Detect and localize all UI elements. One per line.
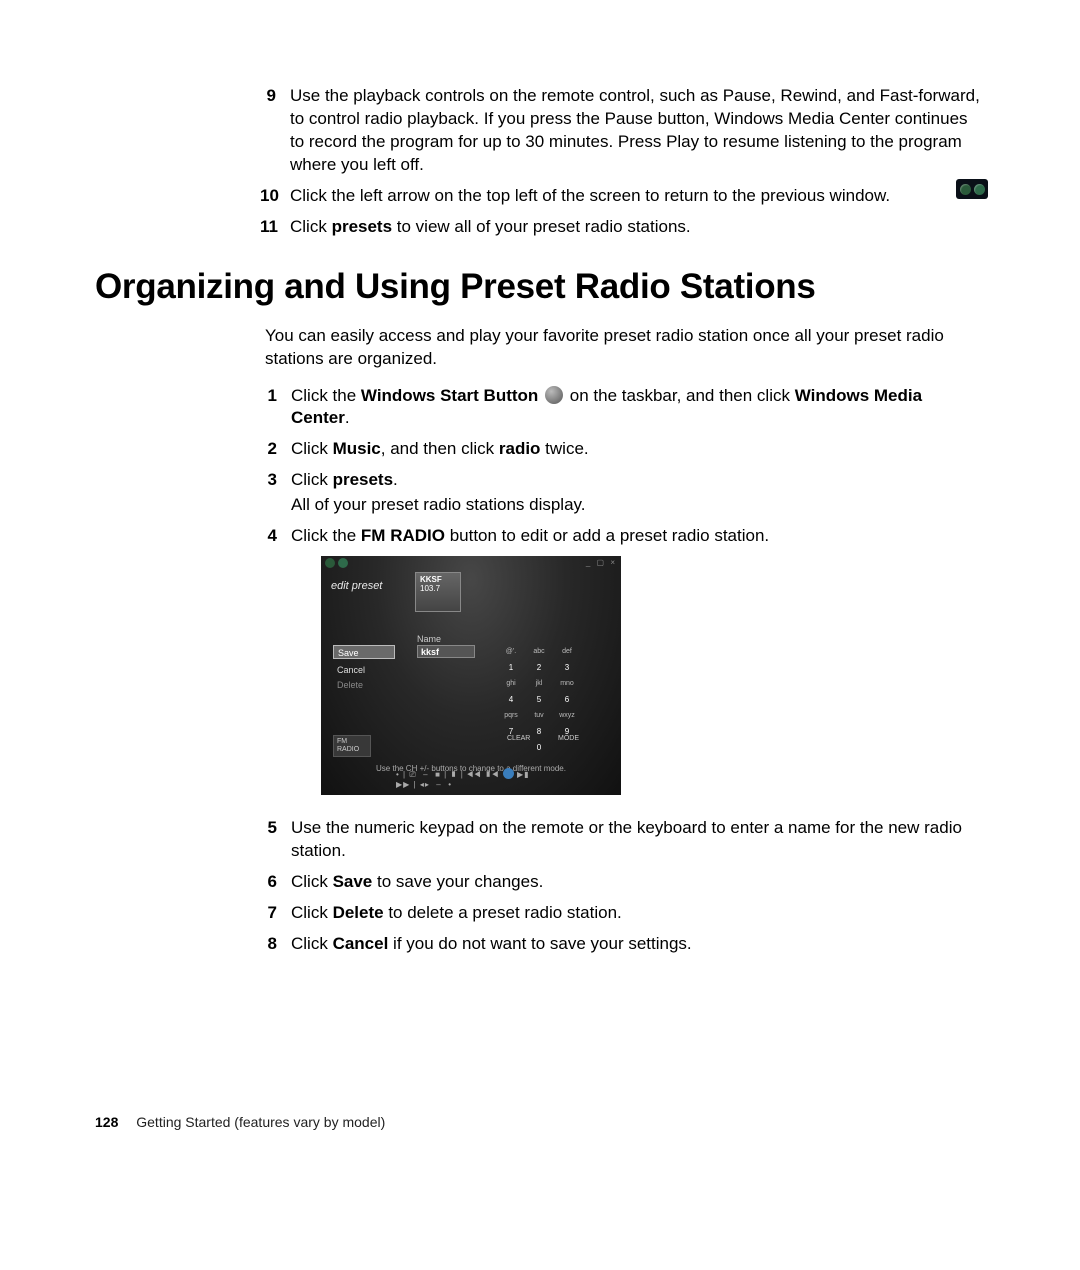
delete-button[interactable]: Delete xyxy=(333,678,367,692)
step-number: 9 xyxy=(260,85,290,177)
step-1: 1 Click the Windows Start Button on the … xyxy=(265,385,985,431)
nav-back-icon xyxy=(956,179,988,199)
fm-radio-button[interactable]: FM RADIO xyxy=(333,735,371,757)
save-button[interactable]: Save xyxy=(333,645,395,659)
step-6: 6 Click Save to save your changes. xyxy=(265,871,985,894)
step-text: Click the left arrow on the top left of … xyxy=(290,185,985,208)
step-text: Click Save to save your changes. xyxy=(291,871,985,894)
step-number: 11 xyxy=(260,216,290,239)
step-text: Click Music, and then click radio twice. xyxy=(291,438,985,461)
step-9: 9 Use the playback controls on the remot… xyxy=(260,85,985,177)
step-number: 1 xyxy=(265,385,291,431)
step-text: Click Cancel if you do not want to save … xyxy=(291,933,985,956)
media-center-screenshot: _ ▢ × edit preset KKSF 103.7 Name kksf S… xyxy=(321,556,621,795)
step-number: 4 xyxy=(265,525,291,809)
name-label: Name xyxy=(417,633,441,645)
footer-text: Getting Started (features vary by model) xyxy=(136,1114,385,1130)
step-5: 5 Use the numeric keypad on the remote o… xyxy=(265,817,985,863)
step-text: Click the FM RADIO button to edit or add… xyxy=(291,525,985,809)
step-text: Click the Windows Start Button on the ta… xyxy=(291,385,985,431)
section-intro: You can easily access and play your favo… xyxy=(265,325,985,371)
preset-tile: KKSF 103.7 xyxy=(415,572,461,612)
step-text: Click presets. All of your preset radio … xyxy=(291,469,985,517)
back-nav-orb-icon xyxy=(325,558,335,568)
transport-bar[interactable]: • | ⎚ – ■ | ▮ | ◀◀ ▮◀ ▶▮ ▶▶ | ◂▸ – • xyxy=(396,768,546,792)
step-number: 10 xyxy=(260,185,290,208)
step-number: 6 xyxy=(265,871,291,894)
mode-button[interactable]: MODE xyxy=(558,734,579,743)
name-input[interactable]: kksf xyxy=(417,645,475,658)
section-heading: Organizing and Using Preset Radio Statio… xyxy=(95,267,985,307)
step-10: 10 Click the left arrow on the top left … xyxy=(260,185,985,208)
document-page: 9 Use the playback controls on the remot… xyxy=(0,0,1080,956)
window-controls-icon: _ ▢ × xyxy=(586,558,617,569)
page-footer: 128 Getting Started (features vary by mo… xyxy=(95,1114,385,1130)
page-number: 128 xyxy=(95,1114,118,1130)
step-number: 3 xyxy=(265,469,291,517)
step-3: 3 Click presets. All of your preset radi… xyxy=(265,469,985,517)
step-11: 11 Click presets to view all of your pre… xyxy=(260,216,985,239)
step-text: Click Delete to delete a preset radio st… xyxy=(291,902,985,925)
play-button-icon xyxy=(503,768,514,779)
step-text: Use the numeric keypad on the remote or … xyxy=(291,817,985,863)
step-8: 8 Click Cancel if you do not want to sav… xyxy=(265,933,985,956)
windows-start-orb-icon xyxy=(545,386,563,404)
cancel-button[interactable]: Cancel xyxy=(333,663,369,677)
step-2: 2 Click Music, and then click radio twic… xyxy=(265,438,985,461)
step-number: 5 xyxy=(265,817,291,863)
continued-steps-list: 9 Use the playback controls on the remot… xyxy=(260,85,985,239)
step-number: 2 xyxy=(265,438,291,461)
step-number: 8 xyxy=(265,933,291,956)
fwd-nav-orb-icon xyxy=(338,558,348,568)
step-7: 7 Click Delete to delete a preset radio … xyxy=(265,902,985,925)
clear-button[interactable]: CLEAR xyxy=(507,734,530,743)
screen-title: edit preset xyxy=(331,579,382,594)
numbered-steps-list: 1 Click the Windows Start Button on the … xyxy=(265,385,985,956)
step-text: Use the playback controls on the remote … xyxy=(290,85,985,177)
step-text: Click presets to view all of your preset… xyxy=(290,216,985,239)
step-number: 7 xyxy=(265,902,291,925)
step-4: 4 Click the FM RADIO button to edit or a… xyxy=(265,525,985,809)
